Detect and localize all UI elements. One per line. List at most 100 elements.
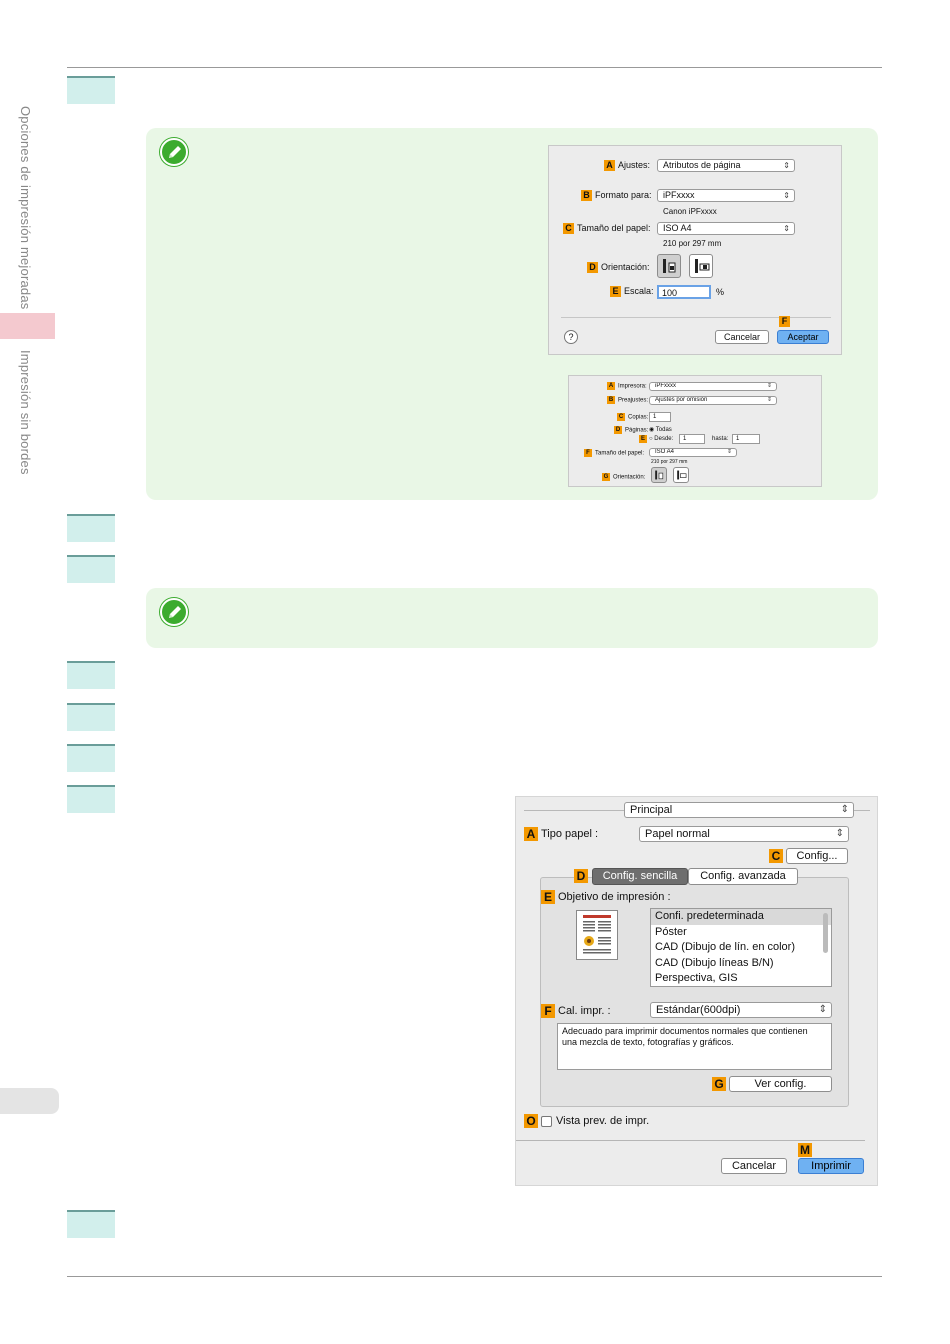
- step-marker: [67, 1210, 115, 1238]
- paper-config-button[interactable]: Config...: [786, 848, 848, 864]
- format-subtext: Canon iPFxxxx: [663, 207, 717, 216]
- badge-d: D: [614, 426, 622, 434]
- panel-select[interactable]: Principal ⇕: [624, 802, 854, 818]
- updown-arrows-icon: ⇕: [783, 224, 790, 233]
- document-preview-icon: [583, 915, 611, 954]
- paper-size-label: Tamaño del papel:: [595, 450, 645, 457]
- step-marker: [67, 555, 115, 583]
- print-button[interactable]: Imprimir: [798, 1158, 864, 1174]
- print-quality-select[interactable]: Estándar(600dpi) ⇕: [650, 1002, 832, 1018]
- dialog-separator: [516, 1140, 865, 1141]
- pages-to-label: hasta:: [712, 436, 729, 442]
- tab-advanced-settings[interactable]: Config. avanzada: [688, 868, 798, 885]
- settings-select[interactable]: Atributos de página ⇕: [657, 159, 795, 172]
- scale-unit: %: [716, 287, 725, 297]
- orientation-label: Orientación:: [601, 262, 650, 272]
- sidebar-page-tab: [0, 1088, 59, 1114]
- paper-size-select[interactable]: ISO A4 ⇕: [649, 448, 737, 457]
- updown-arrows-icon: ⇕: [726, 449, 732, 455]
- list-item[interactable]: Póster: [651, 925, 831, 941]
- step-marker: [67, 76, 115, 104]
- landscape-orientation-button[interactable]: [673, 467, 689, 483]
- pages-all-radio[interactable]: ◉ Todas: [649, 426, 672, 433]
- paper-size-subtext: 210 por 297 mm: [663, 239, 722, 248]
- page-setup-dialog: A Ajustes: Atributos de página ⇕ B Formato …: [548, 145, 842, 355]
- paper-size-label: Tamaño del papel:: [577, 223, 651, 233]
- list-item[interactable]: CAD (Dibujo líneas B/N): [651, 956, 831, 972]
- top-rule: [67, 67, 882, 68]
- note-pencil-icon: [160, 598, 188, 626]
- presets-label: Preajustes:: [618, 397, 649, 404]
- paper-type-select[interactable]: Papel normal ⇕: [639, 826, 849, 842]
- description-text: Adecuado para imprimir documentos normal…: [562, 1026, 808, 1047]
- sidebar-section-label: Opciones de impresión mejoradas: [18, 106, 33, 310]
- presets-select[interactable]: Ajustes por omisión ⇕: [649, 396, 777, 405]
- print-purpose-label: Objetivo de impresión :: [558, 890, 671, 903]
- scale-input[interactable]: 100: [657, 285, 711, 299]
- badge-m: M: [798, 1143, 812, 1157]
- printer-label: Impresora:: [618, 383, 647, 390]
- copies-label: Copias:: [628, 414, 649, 421]
- portrait-orientation-button[interactable]: [651, 467, 667, 483]
- format-select[interactable]: iPFxxxx ⇕: [657, 189, 795, 202]
- badge-d: D: [574, 869, 588, 883]
- badge-b: B: [581, 190, 592, 202]
- cancel-button[interactable]: Cancelar: [715, 330, 769, 344]
- format-label: Formato para:: [595, 190, 652, 200]
- updown-arrows-icon: ⇕: [840, 804, 849, 815]
- description-box: Adecuado para imprimir documentos normal…: [557, 1023, 832, 1070]
- sidebar-active-tab: [0, 313, 55, 339]
- updown-arrows-icon: ⇕: [783, 191, 790, 200]
- updown-arrows-icon: ⇕: [766, 383, 772, 389]
- badge-a: A: [604, 160, 615, 172]
- help-button[interactable]: ?: [564, 330, 578, 344]
- list-item-selected[interactable]: Confi. predeterminada: [651, 909, 831, 925]
- step-marker: [67, 744, 115, 772]
- note-box: [146, 588, 878, 648]
- view-settings-button[interactable]: Ver config.: [729, 1076, 832, 1092]
- copies-input[interactable]: 1: [649, 412, 671, 422]
- portrait-icon: [655, 470, 664, 480]
- preview-label: Vista prev. de impr.: [556, 1114, 650, 1127]
- landscape-icon: [677, 470, 687, 480]
- bottom-rule: [67, 1276, 882, 1277]
- badge-f: F: [584, 449, 592, 457]
- badge-b: B: [607, 396, 615, 404]
- pages-to-input[interactable]: 1: [732, 434, 760, 444]
- ok-button[interactable]: Aceptar: [777, 330, 829, 344]
- badge-e: E: [610, 286, 621, 298]
- paper-type-label: Tipo papel :: [541, 827, 599, 840]
- step-marker: [67, 661, 115, 689]
- updown-arrows-icon: ⇕: [835, 828, 844, 839]
- portrait-orientation-button[interactable]: [657, 254, 681, 278]
- preview-checkbox[interactable]: [541, 1115, 552, 1127]
- badge-c: C: [769, 849, 783, 863]
- list-item[interactable]: CAD (Dibujo de lín. en color): [651, 940, 831, 956]
- badge-o: O: [524, 1114, 538, 1128]
- print-purpose-list[interactable]: Confi. predeterminada Póster CAD (Dibujo…: [650, 908, 832, 987]
- badge-c: C: [617, 413, 625, 421]
- badge-g: G: [602, 473, 610, 481]
- settings-label: Ajustes:: [618, 160, 651, 170]
- printer-select[interactable]: iPFxxxx ⇕: [649, 382, 777, 391]
- badge-a: A: [607, 382, 615, 390]
- step-marker: [67, 785, 115, 813]
- badge-e: E: [639, 435, 647, 443]
- list-item[interactable]: Perspectiva, GIS: [651, 971, 831, 987]
- landscape-orientation-button[interactable]: [689, 254, 713, 278]
- paper-size-select[interactable]: ISO A4 ⇕: [657, 222, 795, 235]
- pages-range-radio[interactable]: ○ Desde:: [649, 436, 673, 442]
- badge-f: F: [541, 1004, 555, 1018]
- step-marker: [67, 703, 115, 731]
- badge-d: D: [587, 262, 598, 274]
- updown-arrows-icon: ⇕: [766, 397, 772, 403]
- list-scrollbar[interactable]: [823, 913, 828, 953]
- badge-g: G: [712, 1077, 726, 1091]
- print-dialog-small: A Impresora: iPFxxxx ⇕ B Preajustes: Ajuste…: [568, 375, 822, 487]
- landscape-icon: [695, 259, 710, 273]
- badge-a: A: [524, 827, 538, 841]
- print-dialog-main: Principal ⇕ A Tipo papel : Papel normal ⇕ C…: [515, 796, 878, 1186]
- pages-from-input[interactable]: 1: [679, 434, 705, 444]
- cancel-button[interactable]: Cancelar: [721, 1158, 787, 1174]
- tab-simple-settings[interactable]: Config. sencilla: [592, 868, 688, 885]
